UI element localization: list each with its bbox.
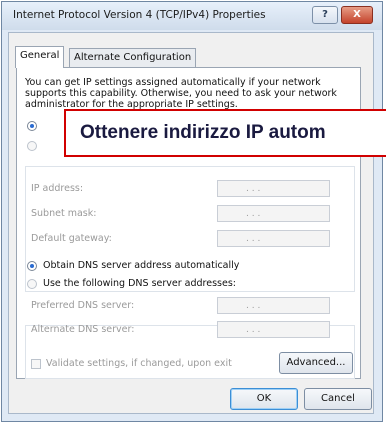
validate-settings-label[interactable]: Validate settings, if changed, upon exit [46,358,232,369]
preferred-dns-value: . . . [246,301,261,311]
intro-text: You can get IP settings assigned automat… [25,77,337,110]
ip-address-field[interactable]: . . . [217,180,330,197]
dialog-client-area: General Alternate Configuration You can … [8,32,374,414]
validate-settings-checkbox[interactable] [31,359,41,369]
annotation-caption-text: Ottenere indirizzo IP autom [80,122,326,143]
help-button[interactable]: ? [312,6,338,24]
ip-address-value: . . . [246,184,261,194]
close-button[interactable]: X [341,6,373,24]
alternate-dns-field[interactable]: . . . [217,321,330,338]
cancel-button[interactable]: Cancel [304,388,372,410]
ok-button[interactable]: OK [230,388,298,410]
title-bar[interactable]: Internet Protocol Version 4 (TCP/IPv4) P… [2,2,382,30]
subnet-mask-value: . . . [246,209,261,219]
obtain-ip-automatically-radio[interactable] [27,121,37,131]
obtain-dns-automatically-radio[interactable] [27,261,37,271]
subnet-mask-label: Subnet mask: [31,208,97,219]
subnet-mask-field[interactable]: . . . [217,205,330,222]
preferred-dns-field[interactable]: . . . [217,297,330,314]
default-gateway-label: Default gateway: [31,233,112,244]
annotation-caption-box: Ottenere indirizzo IP autom [64,109,386,157]
ip-address-label: IP address: [31,183,84,194]
advanced-button[interactable]: Advanced... [279,352,353,374]
use-following-dns-radio[interactable] [27,279,37,289]
alternate-dns-label: Alternate DNS server: [31,324,135,335]
alternate-dns-value: . . . [246,325,261,335]
default-gateway-field[interactable]: . . . [217,230,330,247]
dialog-window: Internet Protocol Version 4 (TCP/IPv4) P… [1,1,383,422]
use-following-dns-label[interactable]: Use the following DNS server addresses: [43,278,239,289]
tab-general[interactable]: General [15,46,65,68]
use-following-ip-radio[interactable] [27,141,37,151]
preferred-dns-label: Preferred DNS server: [31,300,135,311]
tab-alternate-configuration[interactable]: Alternate Configuration [69,48,197,67]
window-title: Internet Protocol Version 4 (TCP/IPv4) P… [13,9,266,21]
default-gateway-value: . . . [246,234,261,244]
obtain-dns-automatically-label[interactable]: Obtain DNS server address automatically [43,260,239,271]
